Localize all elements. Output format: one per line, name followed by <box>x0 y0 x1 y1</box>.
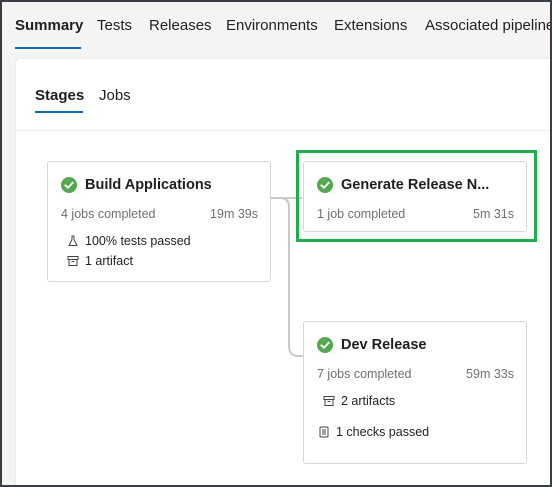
stage-card-build-applications[interactable]: Build Applications 4 jobs completed 19m … <box>47 161 271 282</box>
artifacts-count[interactable]: 2 artifacts <box>341 394 395 408</box>
success-check-icon <box>61 177 77 193</box>
artifact-icon <box>67 256 79 266</box>
jobs-completed: 4 jobs completed <box>61 207 156 221</box>
selection-highlight <box>296 150 537 242</box>
stage-card-dev-release[interactable]: Dev Release 7 jobs completed 59m 33s 2 a… <box>303 321 527 464</box>
stage-title: Dev Release <box>341 337 427 353</box>
stage-duration: 19m 39s <box>210 207 258 221</box>
checklist-icon <box>319 426 329 438</box>
artifact-icon <box>323 396 335 406</box>
artifacts-count[interactable]: 1 artifact <box>85 254 133 268</box>
checks-passed[interactable]: 1 checks passed <box>336 425 429 439</box>
tests-passed[interactable]: 100% tests passed <box>85 234 191 248</box>
stage-duration: 59m 33s <box>466 367 514 381</box>
jobs-completed: 7 jobs completed <box>317 367 412 381</box>
success-check-icon <box>317 337 333 353</box>
stage-title: Build Applications <box>85 177 212 193</box>
flask-icon <box>68 235 78 246</box>
pipeline-run-view: Summary Tests Releases Environments Exte… <box>2 2 550 485</box>
